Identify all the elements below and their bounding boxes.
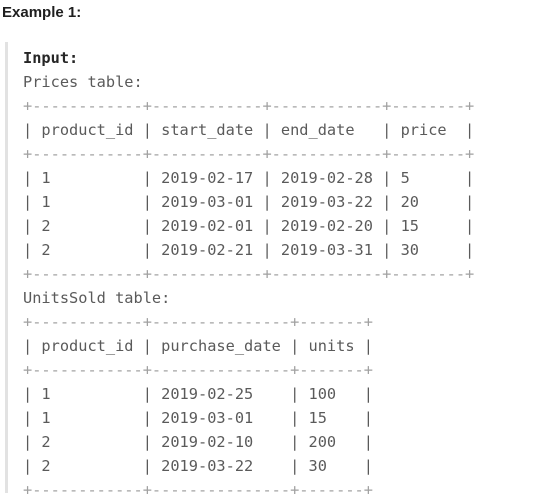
prices-table-top-border: +------------+------------+------------+… [23,97,475,115]
units-sold-table-row: | 1 | 2019-03-01 | 15 | [23,409,373,427]
example-heading: Example 1: [2,4,82,21]
prices-table-caption: Prices table: [23,73,143,91]
prices-table-row: | 1 | 2019-02-17 | 2019-02-28 | 5 | [23,169,475,187]
units-sold-table-row: | 2 | 2019-03-22 | 30 | [23,457,373,475]
units-sold-table-row: | 2 | 2019-02-10 | 200 | [23,433,373,451]
units-sold-table-row: | 1 | 2019-02-25 | 100 | [23,385,373,403]
units-sold-table-header: | product_id | purchase_date | units | [23,337,373,355]
units-sold-table-top-border: +------------+---------------+-------+ [23,313,373,331]
prices-table-row: | 2 | 2019-02-01 | 2019-02-20 | 15 | [23,217,475,235]
prices-table-row: | 1 | 2019-03-01 | 2019-03-22 | 20 | [23,193,475,211]
prices-table-header: | product_id | start_date | end_date | p… [23,121,475,139]
input-label: Input: [23,49,79,67]
prices-table-row: | 2 | 2019-02-21 | 2019-03-31 | 30 | [23,241,475,259]
units-sold-table-bottom-border: +------------+---------------+-------+ [23,481,373,499]
example-block: Input: Prices table: +------------+-------… [0,42,541,499]
prices-table-header-border: +------------+------------+------------+… [23,145,475,163]
block-quote-bar [5,42,8,493]
units-sold-table-header-border: +------------+---------------+-------+ [23,361,373,379]
prices-table-bottom-border: +------------+------------+------------+… [23,265,475,283]
units-sold-table-caption: UnitsSold table: [23,289,171,307]
example-code[interactable]: Input: Prices table: +------------+-------… [23,46,474,502]
